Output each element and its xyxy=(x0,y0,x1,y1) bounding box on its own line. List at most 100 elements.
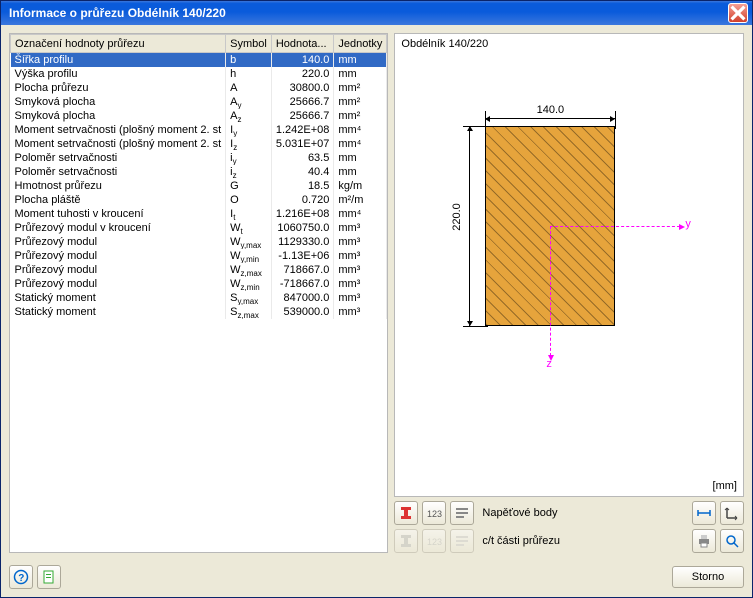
cell-value: 5.031E+07 xyxy=(271,137,334,151)
table-row[interactable]: Průřezový modul v krouceníWt1060750.0mm³ xyxy=(11,221,387,235)
cell-value: 63.5 xyxy=(271,151,334,165)
table-row[interactable]: Výška profiluh220.0mm xyxy=(11,67,387,81)
cell-unit: mm³ xyxy=(334,305,387,319)
cell-unit: mm⁴ xyxy=(334,137,387,151)
numbers-button[interactable]: 123 xyxy=(422,501,446,525)
table-row[interactable]: Statický momentSy,max847000.0mm³ xyxy=(11,291,387,305)
cell-symbol: O xyxy=(226,193,272,207)
svg-text:123: 123 xyxy=(427,509,442,519)
cell-symbol: Iz xyxy=(226,137,272,151)
cell-label: Moment setrvačnosti (plošný moment 2. st xyxy=(11,123,226,137)
cell-symbol: Wt xyxy=(226,221,272,235)
cell-unit: mm³ xyxy=(334,249,387,263)
cell-unit: mm xyxy=(334,67,387,81)
cell-unit: mm³ xyxy=(334,221,387,235)
numbers-grey-icon: 123 xyxy=(426,533,442,549)
svg-text:123: 123 xyxy=(427,537,442,547)
col-header-units[interactable]: Jednotky xyxy=(334,35,387,53)
dimension-button[interactable] xyxy=(692,501,716,525)
cell-unit: mm⁴ xyxy=(334,207,387,221)
table-row[interactable]: Moment setrvačnosti (plošný moment 2. st… xyxy=(11,123,387,137)
cell-value: 18.5 xyxy=(271,179,334,193)
cell-value: 539000.0 xyxy=(271,305,334,319)
ct-parts-button xyxy=(394,529,418,553)
axis-y-label: y xyxy=(685,218,691,230)
drawing-area: 140.0 220.0 y z xyxy=(395,56,743,476)
cell-symbol: Wy,max xyxy=(226,235,272,249)
cell-symbol: Iy xyxy=(226,123,272,137)
cell-value: 25666.7 xyxy=(271,95,334,109)
help-button[interactable]: ? xyxy=(9,565,33,589)
cell-label: Šířka profilu xyxy=(11,53,226,67)
list-grey-icon xyxy=(454,533,470,549)
stress-points-button[interactable] xyxy=(394,501,418,525)
axes-button[interactable] xyxy=(720,501,744,525)
cell-label: Průřezový modul xyxy=(11,263,226,277)
values-button[interactable] xyxy=(450,501,474,525)
cell-symbol: b xyxy=(226,53,272,67)
content-area: Označení hodnoty průřezu Symbol Hodnota.… xyxy=(1,25,752,561)
close-button[interactable] xyxy=(728,3,748,23)
axis-z xyxy=(550,226,551,356)
table-row[interactable]: Smyková plochaAz25666.7mm² xyxy=(11,109,387,123)
axes-icon xyxy=(724,505,740,521)
table-row[interactable]: Plocha pláštěO0.720m²/m xyxy=(11,193,387,207)
table-row[interactable]: Hmotnost průřezuG18.5kg/m xyxy=(11,179,387,193)
cell-label: Statický moment xyxy=(11,291,226,305)
document-icon xyxy=(41,569,57,585)
cell-value: 25666.7 xyxy=(271,109,334,123)
table-row[interactable]: Průřezový modulWy,min-1.13E+06mm³ xyxy=(11,249,387,263)
table-row[interactable]: Plocha průřezuA30800.0mm² xyxy=(11,81,387,95)
cell-symbol: It xyxy=(226,207,272,221)
col-header-value[interactable]: Hodnota... xyxy=(271,35,334,53)
cell-value: -1.13E+06 xyxy=(271,249,334,263)
details-button[interactable] xyxy=(37,565,61,589)
close-icon xyxy=(730,5,746,21)
cancel-button[interactable]: Storno xyxy=(672,566,744,588)
cell-label: Průřezový modul xyxy=(11,249,226,263)
cell-symbol: Wz,min xyxy=(226,277,272,291)
dialog-window: Informace o průřezu Obdélník 140/220 Ozn… xyxy=(0,0,753,598)
table-row[interactable]: Moment tuhosti v krouceníIt1.216E+08mm⁴ xyxy=(11,207,387,221)
cell-unit: mm xyxy=(334,165,387,179)
zoom-button[interactable] xyxy=(720,529,744,553)
cell-value: 0.720 xyxy=(271,193,334,207)
cell-unit: kg/m xyxy=(334,179,387,193)
table-row[interactable]: Průřezový modulWz,max718667.0mm³ xyxy=(11,263,387,277)
cell-symbol: Ay xyxy=(226,95,272,109)
table-row[interactable]: Statický momentSz,max539000.0mm³ xyxy=(11,305,387,319)
preview-units: [mm] xyxy=(713,480,737,492)
col-header-label[interactable]: Označení hodnoty průřezu xyxy=(11,35,226,53)
cell-value: 40.4 xyxy=(271,165,334,179)
dim-width-ext-right xyxy=(615,111,616,129)
axis-z-label: z xyxy=(546,358,552,370)
table-row[interactable]: Šířka profilub140.0mm xyxy=(11,53,387,67)
col-header-symbol[interactable]: Symbol xyxy=(226,35,272,53)
cell-unit: mm³ xyxy=(334,263,387,277)
cell-unit: m²/m xyxy=(334,193,387,207)
cell-value: 140.0 xyxy=(271,53,334,67)
help-icon: ? xyxy=(13,569,29,585)
cell-unit: mm² xyxy=(334,109,387,123)
cell-value: 1060750.0 xyxy=(271,221,334,235)
cell-unit: mm² xyxy=(334,81,387,95)
printer-icon xyxy=(696,533,712,549)
toolstrip-row-2: 123 c/t části průřezu xyxy=(394,529,744,553)
cell-unit: mm xyxy=(334,53,387,67)
preview-panel: Obdélník 140/220 [mm] 140.0 220.0 y z xyxy=(394,33,744,553)
ct-numbers-button: 123 xyxy=(422,529,446,553)
table-row[interactable]: Smyková plochaAy25666.7mm² xyxy=(11,95,387,109)
table-row[interactable]: Moment setrvačnosti (plošný moment 2. st… xyxy=(11,137,387,151)
cell-value: 847000.0 xyxy=(271,291,334,305)
section-h-grey-icon xyxy=(398,533,414,549)
table-row[interactable]: Poloměr setrvačnostiiz40.4mm xyxy=(11,165,387,179)
cell-value: 718667.0 xyxy=(271,263,334,277)
dim-height-ext-bottom xyxy=(463,326,488,327)
cell-value: 1129330.0 xyxy=(271,235,334,249)
table-row[interactable]: Průřezový modulWy,max1129330.0mm³ xyxy=(11,235,387,249)
table-row[interactable]: Poloměr setrvačnostiiy63.5mm xyxy=(11,151,387,165)
preview-canvas: Obdélník 140/220 [mm] 140.0 220.0 y z xyxy=(394,33,744,497)
print-button[interactable] xyxy=(692,529,716,553)
cell-value: 1.242E+08 xyxy=(271,123,334,137)
table-row[interactable]: Průřezový modulWz,min-718667.0mm³ xyxy=(11,277,387,291)
